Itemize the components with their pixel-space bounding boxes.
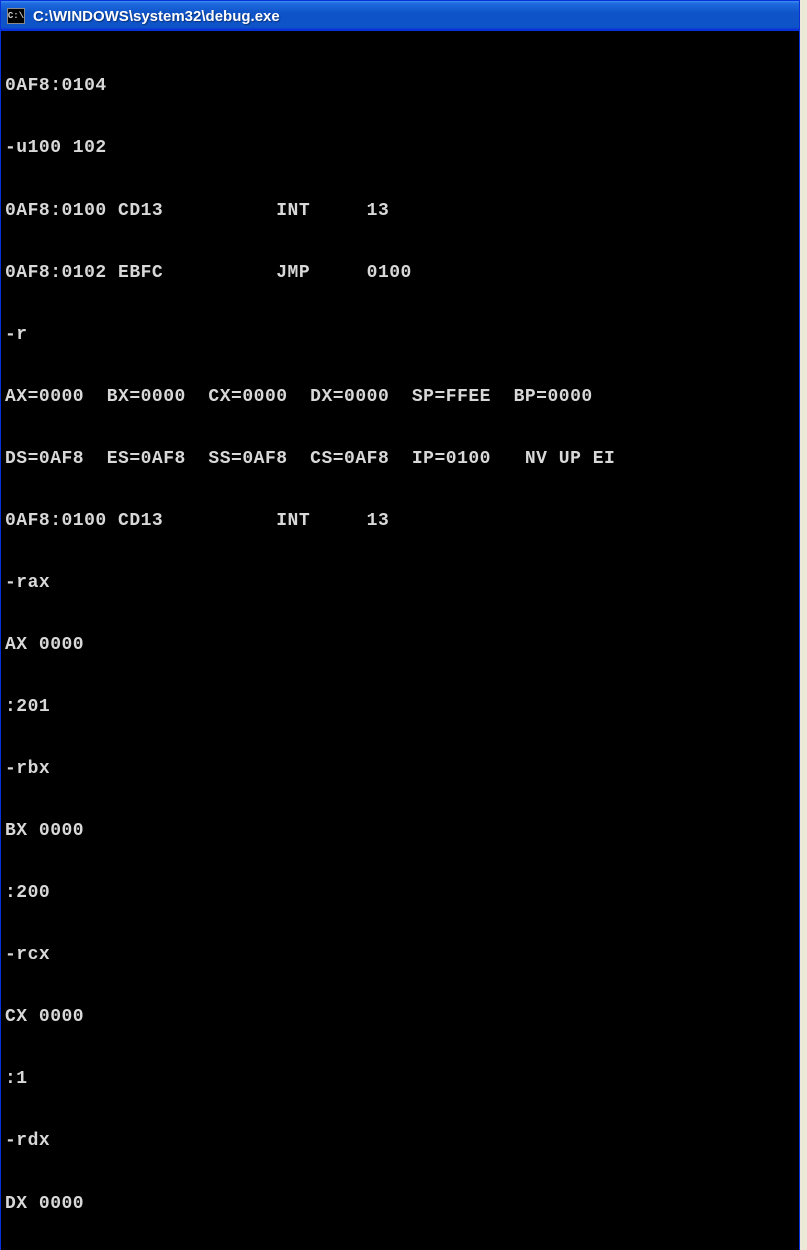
titlebar[interactable]: C:\ C:\WINDOWS\system32\debug.exe — [1, 1, 799, 31]
terminal-line: -rdx — [5, 1131, 791, 1152]
terminal-line: CX 0000 — [5, 1007, 791, 1028]
terminal-line: -rbx — [5, 759, 791, 780]
terminal-line: -rax — [5, 573, 791, 594]
cmd-icon: C:\ — [7, 8, 25, 24]
terminal-line: 0AF8:0104 — [5, 76, 791, 97]
terminal-line: -rcx — [5, 945, 791, 966]
terminal-line: 0AF8:0102 EBFC JMP 0100 — [5, 263, 791, 284]
terminal-line: -r — [5, 325, 791, 346]
terminal-line: AX=0000 BX=0000 CX=0000 DX=0000 SP=FFEE … — [5, 387, 791, 408]
window-title: C:\WINDOWS\system32\debug.exe — [33, 8, 793, 25]
terminal-line: DS=0AF8 ES=0AF8 SS=0AF8 CS=0AF8 IP=0100 … — [5, 449, 791, 470]
command-window: C:\ C:\WINDOWS\system32\debug.exe 0AF8:0… — [0, 0, 800, 1250]
terminal-line: :200 — [5, 883, 791, 904]
terminal-line: -u100 102 — [5, 138, 791, 159]
terminal-line: AX 0000 — [5, 635, 791, 656]
terminal-output[interactable]: 0AF8:0104 -u100 102 0AF8:0100 CD13 INT 1… — [1, 31, 799, 1250]
terminal-line: 0AF8:0100 CD13 INT 13 — [5, 511, 791, 532]
terminal-line: DX 0000 — [5, 1194, 791, 1215]
terminal-line: 0AF8:0100 CD13 INT 13 — [5, 201, 791, 222]
terminal-line: :1 — [5, 1069, 791, 1090]
terminal-line: BX 0000 — [5, 821, 791, 842]
terminal-line: :201 — [5, 697, 791, 718]
